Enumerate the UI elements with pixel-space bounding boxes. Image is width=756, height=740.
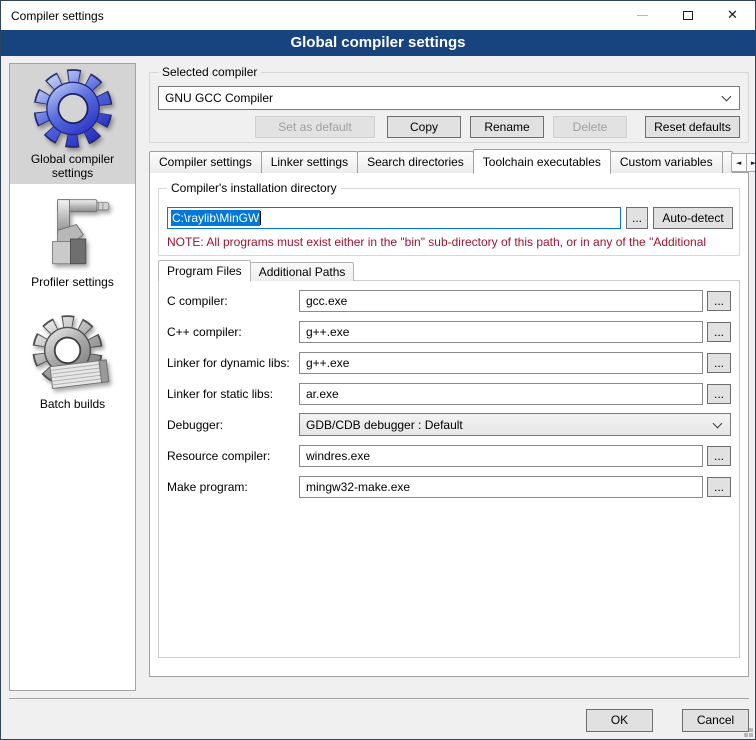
caliper-icon	[30, 192, 116, 274]
minimize-icon	[637, 15, 648, 16]
installation-directory-group: Compiler's installation directory C:\ray…	[158, 188, 740, 256]
browse-button[interactable]: ...	[707, 291, 731, 311]
tab-scroll-right-icon[interactable]: ►	[746, 153, 756, 172]
browse-directory-button[interactable]: ...	[626, 207, 648, 229]
ok-button[interactable]: OK	[586, 709, 653, 732]
tab-custom-variables[interactable]: Custom variables	[610, 151, 723, 173]
gray-gear-stack-icon	[27, 312, 119, 396]
installation-directory-row: C:\raylib\MinGW ... Auto-detect	[167, 207, 733, 229]
selected-text: C:\raylib\MinGW	[171, 210, 260, 226]
tab-scroll-left-icon[interactable]: ◄	[731, 153, 747, 172]
cpp-compiler-input[interactable]: g++.exe	[299, 321, 703, 343]
field-label: Make program:	[167, 480, 299, 494]
browse-button[interactable]: ...	[707, 353, 731, 373]
browse-button[interactable]: ...	[707, 446, 731, 466]
minimize-button[interactable]	[620, 1, 665, 30]
field-label: C++ compiler:	[167, 325, 299, 339]
group-legend: Compiler's installation directory	[167, 181, 341, 195]
close-icon: ✕	[727, 9, 738, 22]
field-row-dynamic-linker: Linker for dynamic libs: g++.exe ...	[167, 351, 731, 374]
compiler-select-value: GNU GCC Compiler	[159, 91, 717, 105]
settings-tab-strip: Compiler settings Linker settings Search…	[149, 148, 749, 173]
browse-button[interactable]: ...	[707, 384, 731, 404]
note-text: NOTE: All programs must exist either in …	[167, 235, 735, 249]
close-button[interactable]: ✕	[710, 1, 755, 30]
debugger-select[interactable]: GDB/CDB debugger : Default	[299, 413, 731, 436]
browse-button[interactable]: ...	[707, 322, 731, 342]
browse-button[interactable]: ...	[707, 477, 731, 497]
chevron-down-icon	[713, 418, 723, 428]
field-row-c-compiler: C compiler: gcc.exe ...	[167, 289, 731, 312]
compiler-select[interactable]: GNU GCC Compiler	[158, 86, 740, 110]
toolchain-executables-page: Compiler's installation directory C:\ray…	[149, 172, 749, 677]
program-files-page: C compiler: gcc.exe ... C++ compiler: g+…	[158, 280, 740, 658]
group-legend: Selected compiler	[158, 65, 261, 79]
static-linker-input[interactable]: ar.exe	[299, 383, 703, 405]
field-row-debugger: Debugger: GDB/CDB debugger : Default	[167, 413, 731, 436]
settings-category-list: Global compiler settings	[9, 63, 136, 691]
title-bar: Compiler settings ✕	[1, 1, 755, 30]
subtab-additional-paths[interactable]: Additional Paths	[250, 262, 355, 281]
selected-compiler-group: Selected compiler GNU GCC Compiler Set a…	[149, 72, 749, 143]
tab-compiler-settings[interactable]: Compiler settings	[149, 151, 262, 173]
make-program-input[interactable]: mingw32-make.exe	[299, 476, 703, 498]
auto-detect-button[interactable]: Auto-detect	[653, 207, 733, 229]
field-label: Resource compiler:	[167, 449, 299, 463]
tab-search-directories[interactable]: Search directories	[357, 151, 474, 173]
sidebar-item-label: Global compiler settings	[10, 151, 135, 184]
field-row-cpp-compiler: C++ compiler: g++.exe ...	[167, 320, 731, 343]
compiler-buttons-row: Set as default Copy Rename Delete Reset …	[158, 116, 740, 138]
sidebar-item-label: Batch builds	[38, 396, 107, 415]
dynamic-linker-input[interactable]: g++.exe	[299, 352, 703, 374]
delete-button[interactable]: Delete	[553, 116, 627, 138]
text-caret	[260, 211, 261, 225]
sidebar-item-label: Profiler settings	[29, 274, 116, 293]
resize-grip[interactable]	[749, 733, 753, 737]
maximize-button[interactable]	[665, 1, 710, 30]
field-row-resource-compiler: Resource compiler: windres.exe ...	[167, 444, 731, 467]
debugger-select-value: GDB/CDB debugger : Default	[300, 418, 708, 432]
installation-directory-input[interactable]: C:\raylib\MinGW	[167, 207, 621, 229]
reset-defaults-button[interactable]: Reset defaults	[645, 116, 740, 138]
sidebar-item-profiler-settings[interactable]: Profiler settings	[10, 184, 135, 300]
maximize-icon	[683, 11, 693, 20]
subtab-program-files[interactable]: Program Files	[158, 260, 251, 282]
dialog-body: Global compiler settings	[1, 56, 755, 739]
field-row-make-program: Make program: mingw32-make.exe ...	[167, 475, 731, 498]
rename-button[interactable]: Rename	[470, 116, 544, 138]
tab-linker-settings[interactable]: Linker settings	[261, 151, 358, 173]
field-label: Linker for static libs:	[167, 387, 299, 401]
field-label: Linker for dynamic libs:	[167, 356, 299, 370]
tab-toolchain-executables[interactable]: Toolchain executables	[473, 149, 611, 174]
field-label: C compiler:	[167, 294, 299, 308]
footer-divider	[9, 698, 749, 699]
tab-scroll-buttons: ◄ ►	[732, 153, 756, 173]
field-row-static-linker: Linker for static libs: ar.exe ...	[167, 382, 731, 405]
program-subtab-strip: Program Files Additional Paths	[158, 259, 353, 281]
chevron-down-icon	[722, 92, 732, 102]
c-compiler-input[interactable]: gcc.exe	[299, 290, 703, 312]
copy-button[interactable]: Copy	[387, 116, 461, 138]
page-title: Global compiler settings	[1, 30, 755, 56]
field-label: Debugger:	[167, 418, 299, 432]
blue-gear-icon	[27, 66, 119, 151]
window-title: Compiler settings	[1, 9, 620, 23]
cancel-button[interactable]: Cancel	[682, 709, 749, 732]
set-as-default-button[interactable]: Set as default	[255, 116, 375, 138]
resource-compiler-input[interactable]: windres.exe	[299, 445, 703, 467]
sidebar-item-global-compiler-settings[interactable]: Global compiler settings	[10, 64, 135, 184]
sidebar-item-batch-builds[interactable]: Batch builds	[10, 300, 135, 422]
compiler-settings-window: Compiler settings ✕ Global compiler sett…	[0, 0, 756, 740]
